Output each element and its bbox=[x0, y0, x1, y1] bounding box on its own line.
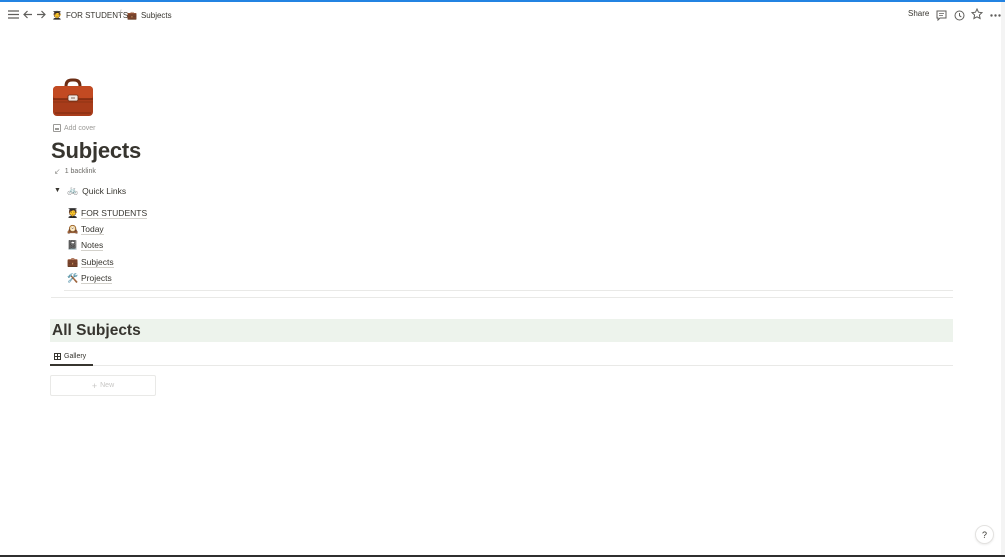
help-label: ? bbox=[981, 529, 987, 540]
arrow-left-icon[interactable] bbox=[21, 7, 35, 21]
share-button[interactable]: Share bbox=[908, 9, 929, 18]
page-icon-briefcase[interactable] bbox=[52, 76, 94, 118]
toggle-divider bbox=[64, 290, 953, 291]
backlink-arrow-icon: ↙ bbox=[54, 167, 61, 176]
tab-gallery-label: Gallery bbox=[64, 352, 87, 360]
quick-links-label: Quick Links bbox=[82, 185, 127, 196]
notebook-icon: 📓 bbox=[67, 240, 79, 251]
breadcrumb-item-for-students[interactable]: 🧑‍🎓 FOR STUDENTS bbox=[52, 8, 128, 22]
page-link-today[interactable]: 🕰️ Today bbox=[67, 221, 147, 237]
arrow-right-icon[interactable] bbox=[34, 7, 48, 21]
briefcase-icon bbox=[53, 78, 93, 116]
new-label: New bbox=[100, 382, 115, 389]
database-view-tabs: Gallery bbox=[50, 348, 953, 366]
image-icon bbox=[53, 124, 61, 132]
backlinks-label: 1 backlink bbox=[64, 168, 96, 175]
tab-gallery[interactable]: Gallery bbox=[50, 348, 93, 366]
page-link-label: Notes bbox=[81, 240, 104, 252]
plus-icon: + bbox=[91, 380, 98, 391]
comment-icon[interactable] bbox=[934, 8, 948, 22]
add-cover-button[interactable]: Add cover bbox=[53, 124, 96, 132]
help-button[interactable]: ? bbox=[975, 525, 994, 544]
breadcrumb-label: Subjects bbox=[140, 10, 172, 20]
add-cover-label: Add cover bbox=[64, 124, 96, 132]
gallery-icon bbox=[54, 352, 61, 360]
divider bbox=[51, 297, 953, 298]
page-link-subjects[interactable]: 💼 Subjects bbox=[67, 254, 147, 270]
star-icon[interactable] bbox=[970, 7, 984, 21]
briefcase-icon: 💼 bbox=[67, 256, 79, 267]
page-link-label: Subjects bbox=[81, 256, 114, 268]
page-link-projects[interactable]: 🛠️ Projects bbox=[67, 271, 147, 287]
clock-icon: 🕰️ bbox=[67, 224, 79, 235]
page-link-label: FOR STUDENTS bbox=[81, 207, 148, 219]
student-icon: 🧑‍🎓 bbox=[67, 207, 79, 218]
briefcase-icon: 💼 bbox=[127, 10, 137, 20]
scrollbar[interactable] bbox=[1001, 2, 1005, 555]
backlinks-button[interactable]: ↙ 1 backlink bbox=[54, 167, 96, 176]
page-title[interactable]: Subjects bbox=[51, 138, 141, 164]
more-horizontal-icon[interactable] bbox=[988, 8, 1002, 22]
page-link-label: Today bbox=[81, 224, 104, 236]
database-title-block[interactable]: All Subjects bbox=[50, 319, 953, 342]
top-bar: 🧑‍🎓 FOR STUDENTS / 💼 Subjects Share bbox=[0, 2, 1001, 26]
quick-links-toggle[interactable]: ▼ 🚲 Quick Links bbox=[54, 185, 126, 196]
bicycle-icon: 🚲 bbox=[66, 185, 79, 195]
tools-icon: 🛠️ bbox=[67, 273, 79, 284]
triangle-down-icon[interactable]: ▼ bbox=[54, 187, 61, 194]
breadcrumb-separator: / bbox=[119, 8, 122, 18]
quick-links-list: 🧑‍🎓 FOR STUDENTS 🕰️ Today 📓 Notes 💼 Subj… bbox=[67, 205, 148, 287]
breadcrumb-item-subjects[interactable]: 💼 Subjects bbox=[127, 8, 172, 22]
page-link-for-students[interactable]: 🧑‍🎓 FOR STUDENTS bbox=[67, 205, 148, 221]
student-icon: 🧑‍🎓 bbox=[52, 10, 62, 20]
database-title: All Subjects bbox=[52, 321, 141, 339]
page-link-label: Projects bbox=[81, 273, 112, 285]
clock-icon[interactable] bbox=[952, 8, 966, 22]
hamburger-icon[interactable] bbox=[6, 7, 20, 21]
page-link-notes[interactable]: 📓 Notes bbox=[67, 238, 147, 254]
new-gallery-card-button[interactable]: + New bbox=[50, 375, 156, 396]
